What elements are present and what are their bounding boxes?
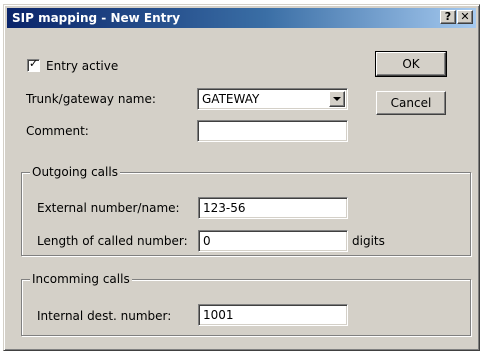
internal-dest-number-input[interactable] (198, 304, 348, 326)
entry-active-checkbox[interactable]: ✓ (27, 57, 40, 72)
window-title: SIP mapping - New Entry (12, 11, 181, 25)
comment-label: Comment: (26, 124, 89, 138)
trunk-select[interactable]: GATEWAY (197, 88, 348, 110)
title-bar[interactable]: SIP mapping - New Entry ? ✕ (7, 8, 476, 28)
ok-button[interactable]: OK (375, 51, 447, 77)
trunk-label: Trunk/gateway name: (26, 92, 156, 106)
dialog-window: SIP mapping - New Entry ? ✕ ✓ Entry acti… (3, 4, 480, 351)
close-icon: ✕ (460, 10, 470, 23)
chevron-down-icon[interactable] (329, 91, 345, 107)
internal-dest-number-label: Internal dest. number: (37, 309, 172, 323)
length-called-number-label: Length of called number: (37, 234, 188, 248)
checkmark-icon: ✓ (29, 57, 39, 70)
help-button[interactable]: ? (440, 10, 456, 24)
digits-unit-label: digits (352, 234, 385, 248)
comment-input[interactable] (197, 120, 348, 142)
external-number-input[interactable] (198, 197, 348, 219)
cancel-button[interactable]: Cancel (376, 91, 446, 115)
close-button[interactable]: ✕ (457, 10, 473, 24)
length-called-number-input[interactable] (198, 230, 348, 252)
entry-active-label: Entry active (46, 59, 119, 73)
outgoing-calls-title: Outgoing calls (30, 164, 120, 180)
incoming-calls-title: Incomming calls (30, 271, 132, 287)
external-number-label: External number/name: (37, 201, 180, 215)
trunk-selected-value: GATEWAY (202, 92, 260, 106)
